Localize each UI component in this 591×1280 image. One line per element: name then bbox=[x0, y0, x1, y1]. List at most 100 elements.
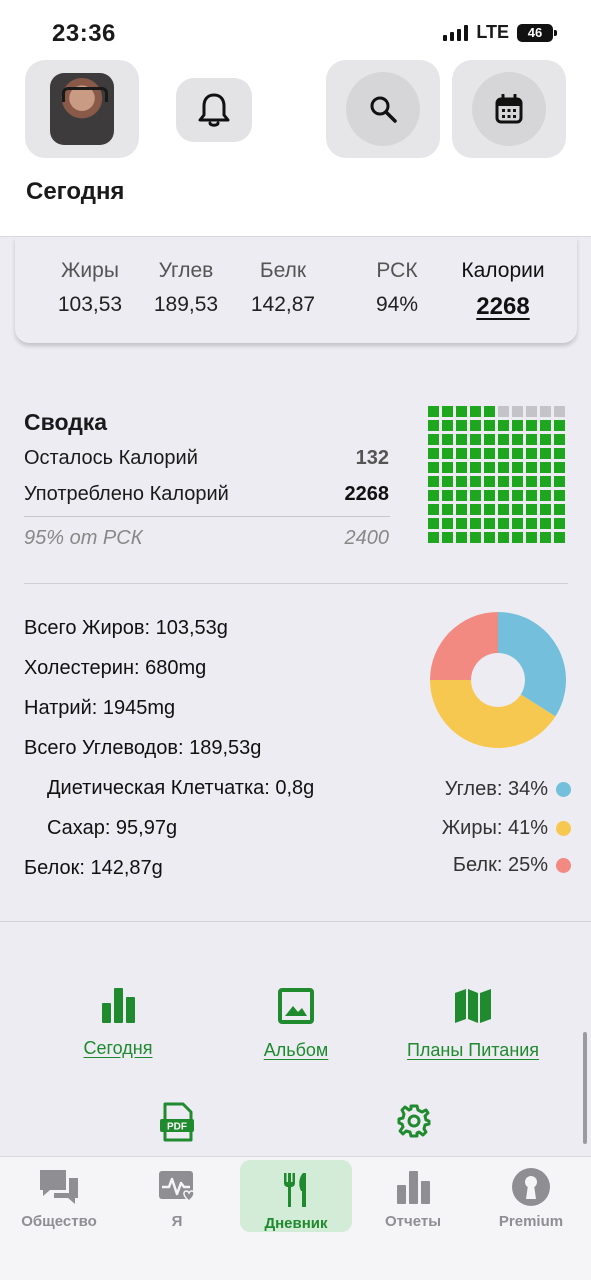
consumed-calories-label: Употреблено Калорий bbox=[24, 483, 229, 505]
today-report-link[interactable]: Сегодня bbox=[78, 985, 158, 1059]
waffle-cell bbox=[428, 462, 439, 473]
waffle-cell bbox=[442, 434, 453, 445]
waffle-cell bbox=[526, 462, 537, 473]
settings-button[interactable] bbox=[395, 1103, 433, 1144]
macros-summary-card[interactable]: Жиры 103,53 Углев 189,53 Белк 142,87 РСК… bbox=[15, 237, 577, 343]
waffle-cell bbox=[470, 462, 481, 473]
profile-avatar-button[interactable] bbox=[25, 60, 139, 158]
tab-premium[interactable]: Premium bbox=[472, 1157, 590, 1241]
waffle-cell bbox=[470, 420, 481, 431]
waffle-cell bbox=[456, 434, 467, 445]
waffle-cell bbox=[554, 420, 565, 431]
avatar bbox=[50, 73, 114, 145]
waffle-cell bbox=[456, 532, 467, 543]
waffle-cell bbox=[498, 462, 509, 473]
tab-reports[interactable]: Отчеты bbox=[354, 1157, 472, 1241]
waffle-cell bbox=[470, 518, 481, 529]
cholesterol-text: Холестерин: 680mg bbox=[24, 657, 207, 679]
waffle-cell bbox=[498, 406, 509, 417]
tab-diary-label: Дневник bbox=[264, 1215, 328, 1232]
actions-divider bbox=[0, 921, 591, 922]
waffle-cell bbox=[456, 420, 467, 431]
search-button-circle bbox=[346, 72, 420, 146]
legend-protein: Белк: 25% bbox=[453, 854, 571, 877]
macro-fat: Жиры 103,53 bbox=[50, 259, 130, 317]
waffle-cell bbox=[554, 476, 565, 487]
waffle-cell bbox=[428, 406, 439, 417]
macro-carbs: Углев 189,53 bbox=[146, 259, 226, 317]
main-content[interactable]: Жиры 103,53 Углев 189,53 Белк 142,87 РСК… bbox=[0, 236, 591, 1156]
waffle-cell bbox=[456, 504, 467, 515]
tab-me[interactable]: Я bbox=[118, 1157, 236, 1241]
waffle-cell bbox=[526, 476, 537, 487]
waffle-cell bbox=[442, 462, 453, 473]
rsk-percent-label: 95% от РСК bbox=[24, 527, 143, 549]
pdf-export-button[interactable]: PDF bbox=[158, 1102, 196, 1147]
waffle-cell bbox=[428, 532, 439, 543]
waffle-cell bbox=[442, 504, 453, 515]
bell-icon bbox=[198, 93, 230, 127]
meal-plans-label[interactable]: Планы Питания bbox=[396, 1040, 550, 1061]
waffle-cell bbox=[442, 490, 453, 501]
tab-diary[interactable]: Дневник bbox=[240, 1160, 352, 1232]
tab-bar: Общество Я Дневник Отчеты Premium bbox=[0, 1156, 591, 1280]
status-time: 23:36 bbox=[52, 20, 116, 47]
waffle-cell bbox=[554, 406, 565, 417]
map-icon bbox=[455, 989, 491, 1023]
macro-rsk-value: 94% bbox=[375, 293, 419, 316]
waffle-cell bbox=[526, 448, 537, 459]
summary-title: Сводка bbox=[24, 409, 108, 435]
waffle-cell bbox=[442, 448, 453, 459]
consumed-calories-row: Употреблено Калорий 2268 bbox=[24, 483, 389, 506]
waffle-cell bbox=[526, 420, 537, 431]
svg-text:PDF: PDF bbox=[167, 1122, 187, 1133]
bar-chart-icon bbox=[102, 988, 135, 1023]
waffle-cell bbox=[554, 532, 565, 543]
waffle-cell bbox=[470, 532, 481, 543]
calendar-button-circle bbox=[472, 72, 546, 146]
waffle-cell bbox=[498, 476, 509, 487]
waffle-cell bbox=[554, 448, 565, 459]
waffle-cell bbox=[540, 518, 551, 529]
meal-plans-link[interactable]: Планы Питания bbox=[396, 987, 550, 1061]
page-title: Сегодня bbox=[26, 178, 125, 205]
tab-community-label: Общество bbox=[21, 1213, 97, 1230]
legend-fat-label: Жиры: 41% bbox=[441, 817, 548, 839]
calendar-icon bbox=[495, 94, 523, 124]
rsk-row: 95% от РСК 2400 bbox=[24, 527, 389, 550]
waffle-cell bbox=[456, 518, 467, 529]
waffle-cell bbox=[540, 448, 551, 459]
waffle-cell bbox=[554, 504, 565, 515]
waffle-cell bbox=[512, 518, 523, 529]
scrollbar[interactable] bbox=[583, 1032, 587, 1144]
legend-protein-label: Белк: 25% bbox=[452, 854, 548, 876]
waffle-cell bbox=[540, 532, 551, 543]
tab-premium-label: Premium bbox=[498, 1213, 564, 1230]
album-link[interactable]: Альбом bbox=[258, 987, 334, 1061]
waffle-cell bbox=[540, 490, 551, 501]
tab-community[interactable]: Общество bbox=[0, 1157, 118, 1241]
donut-slice-protein bbox=[430, 612, 498, 680]
waffle-cell bbox=[456, 406, 467, 417]
rsk-value: 2400 bbox=[344, 527, 390, 549]
calendar-button[interactable] bbox=[452, 60, 566, 158]
waffle-cell bbox=[442, 532, 453, 543]
macro-carbs-label: Углев bbox=[158, 259, 214, 282]
waffle-cell bbox=[428, 518, 439, 529]
section-divider bbox=[24, 583, 568, 584]
search-button[interactable] bbox=[326, 60, 440, 158]
image-icon bbox=[278, 988, 314, 1024]
macro-calories[interactable]: Калории 2268 bbox=[451, 259, 555, 321]
status-indicators: LTE 46 bbox=[443, 22, 557, 43]
notifications-button[interactable] bbox=[176, 78, 252, 142]
remaining-calories-row: Осталось Калорий 132 bbox=[24, 447, 389, 470]
album-label[interactable]: Альбом bbox=[258, 1040, 334, 1061]
macro-protein-label: Белк bbox=[259, 259, 307, 282]
macro-fat-value: 103,53 bbox=[57, 293, 123, 316]
consumed-calories-value: 2268 bbox=[344, 483, 390, 505]
macro-protein: Белк 142,87 bbox=[243, 259, 323, 317]
today-report-label[interactable]: Сегодня bbox=[78, 1038, 158, 1059]
waffle-cell bbox=[512, 420, 523, 431]
macro-donut-chart bbox=[430, 612, 566, 748]
macro-calories-value[interactable]: 2268 bbox=[451, 293, 555, 321]
